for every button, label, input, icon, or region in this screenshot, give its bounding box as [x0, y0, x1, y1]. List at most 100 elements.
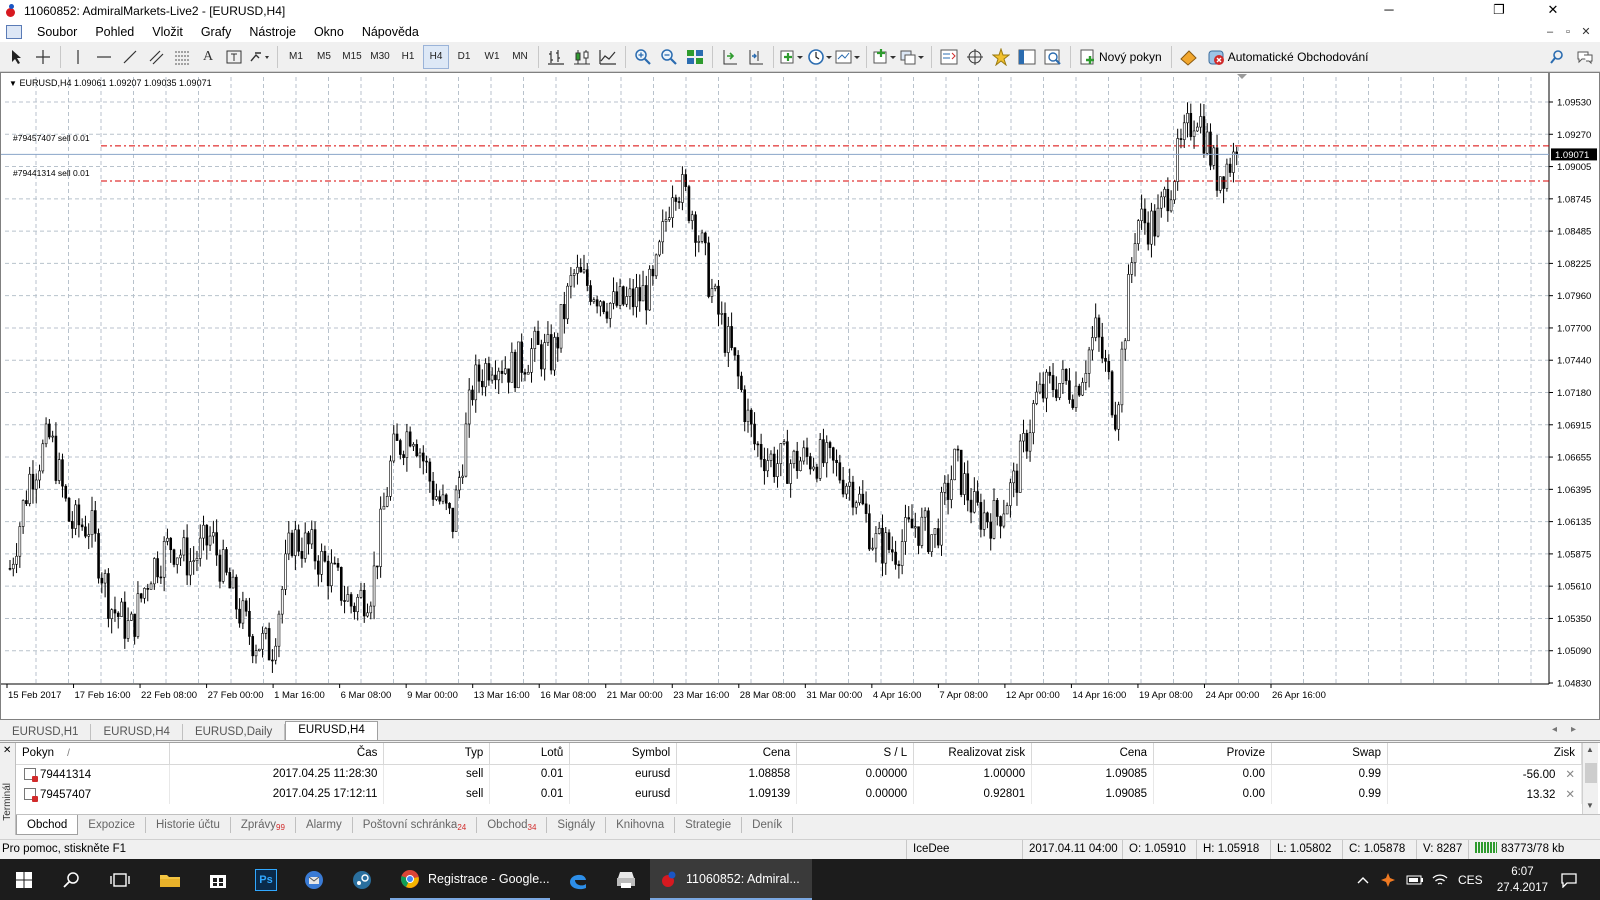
tab-signaly[interactable]: Signály: [547, 817, 607, 833]
mdi-minimize-button[interactable]: –: [1542, 24, 1558, 40]
menu-vlozit[interactable]: Vložit: [143, 25, 192, 39]
taskbar-search-icon[interactable]: [48, 859, 96, 900]
strategy-tester-icon[interactable]: [1041, 45, 1065, 69]
tab-historie-uctu[interactable]: Historie účtu: [146, 817, 231, 833]
tab-obchod[interactable]: Obchod: [16, 815, 79, 835]
table-row[interactable]: 79441314 2017.04.25 11:28:30 sell 0.01 e…: [16, 764, 1583, 784]
timeframe-m30-button[interactable]: M30: [367, 45, 393, 69]
mdi-close-button[interactable]: ✕: [1578, 24, 1594, 40]
scroll-up-icon[interactable]: ▲: [1586, 745, 1594, 754]
equidistant-channel-icon[interactable]: [144, 45, 168, 69]
text-icon[interactable]: A: [196, 45, 220, 69]
terminal-scrollbar[interactable]: ▲ ▼: [1582, 743, 1598, 815]
tab-strategie[interactable]: Strategie: [675, 817, 743, 833]
col-header-cena-current[interactable]: Cena: [1031, 743, 1155, 765]
taskbar-clock[interactable]: 6:07 27.4.2017: [1497, 864, 1548, 896]
file-explorer-icon[interactable]: [146, 859, 194, 900]
thunderbird-icon[interactable]: [290, 859, 338, 900]
data-window-icon[interactable]: [963, 45, 987, 69]
crosshair-icon[interactable]: [31, 45, 55, 69]
menu-pohled[interactable]: Pohled: [86, 25, 143, 39]
steam-icon[interactable]: [338, 859, 386, 900]
bar-chart-icon[interactable]: [544, 45, 568, 69]
menu-grafy[interactable]: Grafy: [192, 25, 241, 39]
chart-tabs-scroll-arrows[interactable]: ◂▸: [1552, 724, 1590, 735]
text-label-icon[interactable]: [222, 45, 246, 69]
status-connection[interactable]: 83773/78 kb: [1468, 840, 1600, 859]
col-header-cas[interactable]: Čas: [169, 743, 385, 765]
search-icon[interactable]: [1545, 45, 1569, 69]
timeframe-h4-button[interactable]: H4: [423, 44, 449, 69]
tab-denik[interactable]: Deník: [742, 817, 794, 833]
maximize-button[interactable]: ❐: [1476, 0, 1522, 22]
close-order-icon[interactable]: ✕: [1555, 789, 1575, 801]
navigator-icon[interactable]: [989, 45, 1013, 69]
tray-app-icon[interactable]: [1380, 859, 1396, 900]
vertical-line-icon[interactable]: [66, 45, 90, 69]
language-indicator[interactable]: CES: [1458, 859, 1483, 900]
chart-canvas[interactable]: 1.09530 1.09270 1.09005 1.08745 1.08485 1.082…: [1, 73, 1599, 719]
periods-clock-icon[interactable]: [807, 45, 833, 69]
terminal-window-icon[interactable]: [1015, 45, 1039, 69]
col-header-realizovat-zisk[interactable]: Realizovat zisk: [913, 743, 1033, 765]
zoom-in-icon[interactable]: [631, 45, 655, 69]
taskbar-app-chrome[interactable]: Registrace - Google...: [390, 859, 550, 900]
timeframe-m1-button[interactable]: M1: [283, 45, 309, 69]
timeframe-m15-button[interactable]: M15: [339, 45, 365, 69]
col-header-swap[interactable]: Swap: [1271, 743, 1388, 765]
tray-chevron-icon[interactable]: [1356, 859, 1370, 900]
profiles-icon[interactable]: [900, 45, 926, 69]
zoom-out-icon[interactable]: [657, 45, 681, 69]
table-row[interactable]: 79457407 2017.04.25 17:12:11 sell 0.01 e…: [16, 784, 1583, 804]
chart-tab-eurusd-daily[interactable]: EURUSD,Daily: [183, 724, 286, 740]
close-order-icon[interactable]: ✕: [1555, 769, 1575, 781]
chart-window-icon[interactable]: [6, 25, 22, 39]
col-header-typ[interactable]: Typ: [383, 743, 491, 765]
scroll-thumb[interactable]: [1585, 763, 1597, 783]
col-header-pokyn[interactable]: Pokyn /: [16, 743, 171, 765]
printer-app-icon[interactable]: [602, 859, 650, 900]
timeframe-w1-button[interactable]: W1: [479, 45, 505, 69]
arrows-icon[interactable]: [248, 45, 272, 69]
tab-zpravy[interactable]: Zprávy99: [231, 817, 296, 833]
horizontal-line-icon[interactable]: [92, 45, 116, 69]
line-chart-icon[interactable]: [596, 45, 620, 69]
templates-icon[interactable]: [835, 45, 861, 69]
col-header-lotu[interactable]: Lotů: [489, 743, 571, 765]
tab-knihovna[interactable]: Knihovna: [606, 817, 676, 833]
chart-tab-eurusd-h4-active[interactable]: EURUSD,H4: [285, 721, 378, 740]
timeframe-m5-button[interactable]: M5: [311, 45, 337, 69]
photoshop-icon[interactable]: Ps: [242, 859, 290, 900]
col-header-symbol[interactable]: Symbol: [569, 743, 678, 765]
notifications-icon[interactable]: [1560, 859, 1578, 900]
col-header-cena[interactable]: Cena: [676, 743, 798, 765]
scroll-down-icon[interactable]: ▼: [1586, 801, 1594, 810]
minimize-button[interactable]: ─: [1366, 0, 1412, 22]
new-order-button[interactable]: Nový pokyn: [1076, 45, 1166, 69]
candlestick-chart-icon[interactable]: [570, 45, 594, 69]
col-header-sl[interactable]: S / L: [796, 743, 915, 765]
mdi-restore-button[interactable]: ▫: [1560, 24, 1576, 40]
store-icon[interactable]: [194, 859, 242, 900]
edge-icon[interactable]: [554, 859, 602, 900]
cursor-icon[interactable]: [5, 45, 29, 69]
tab-postovni-schranka[interactable]: Poštovní schránka24: [353, 817, 478, 833]
new-chart-icon[interactable]: [872, 45, 898, 69]
indicators-icon[interactable]: [779, 45, 805, 69]
wifi-icon[interactable]: [1432, 859, 1448, 900]
menu-soubor[interactable]: Soubor: [28, 25, 86, 39]
timeframe-mn-button[interactable]: MN: [507, 45, 533, 69]
close-button[interactable]: ✕: [1530, 0, 1576, 22]
taskbar-app-mt4[interactable]: 11060852: Admiral...: [650, 859, 812, 900]
col-header-provize[interactable]: Provize: [1153, 743, 1273, 765]
fibonacci-icon[interactable]: [170, 45, 194, 69]
market-watch-icon[interactable]: [937, 45, 961, 69]
metaeditor-icon[interactable]: [1177, 45, 1201, 69]
chart-tab-eurusd-h4[interactable]: EURUSD,H4: [91, 724, 183, 740]
col-header-zisk[interactable]: Zisk: [1387, 743, 1583, 765]
chart-header-arrow-icon[interactable]: ▼: [9, 79, 17, 88]
tile-windows-icon[interactable]: [683, 45, 707, 69]
status-profile[interactable]: IceDee: [906, 840, 1022, 859]
chart-shift-icon[interactable]: [744, 45, 768, 69]
price-chart[interactable]: 1.09530 1.09270 1.09005 1.08745 1.08485 1.082…: [0, 72, 1600, 720]
